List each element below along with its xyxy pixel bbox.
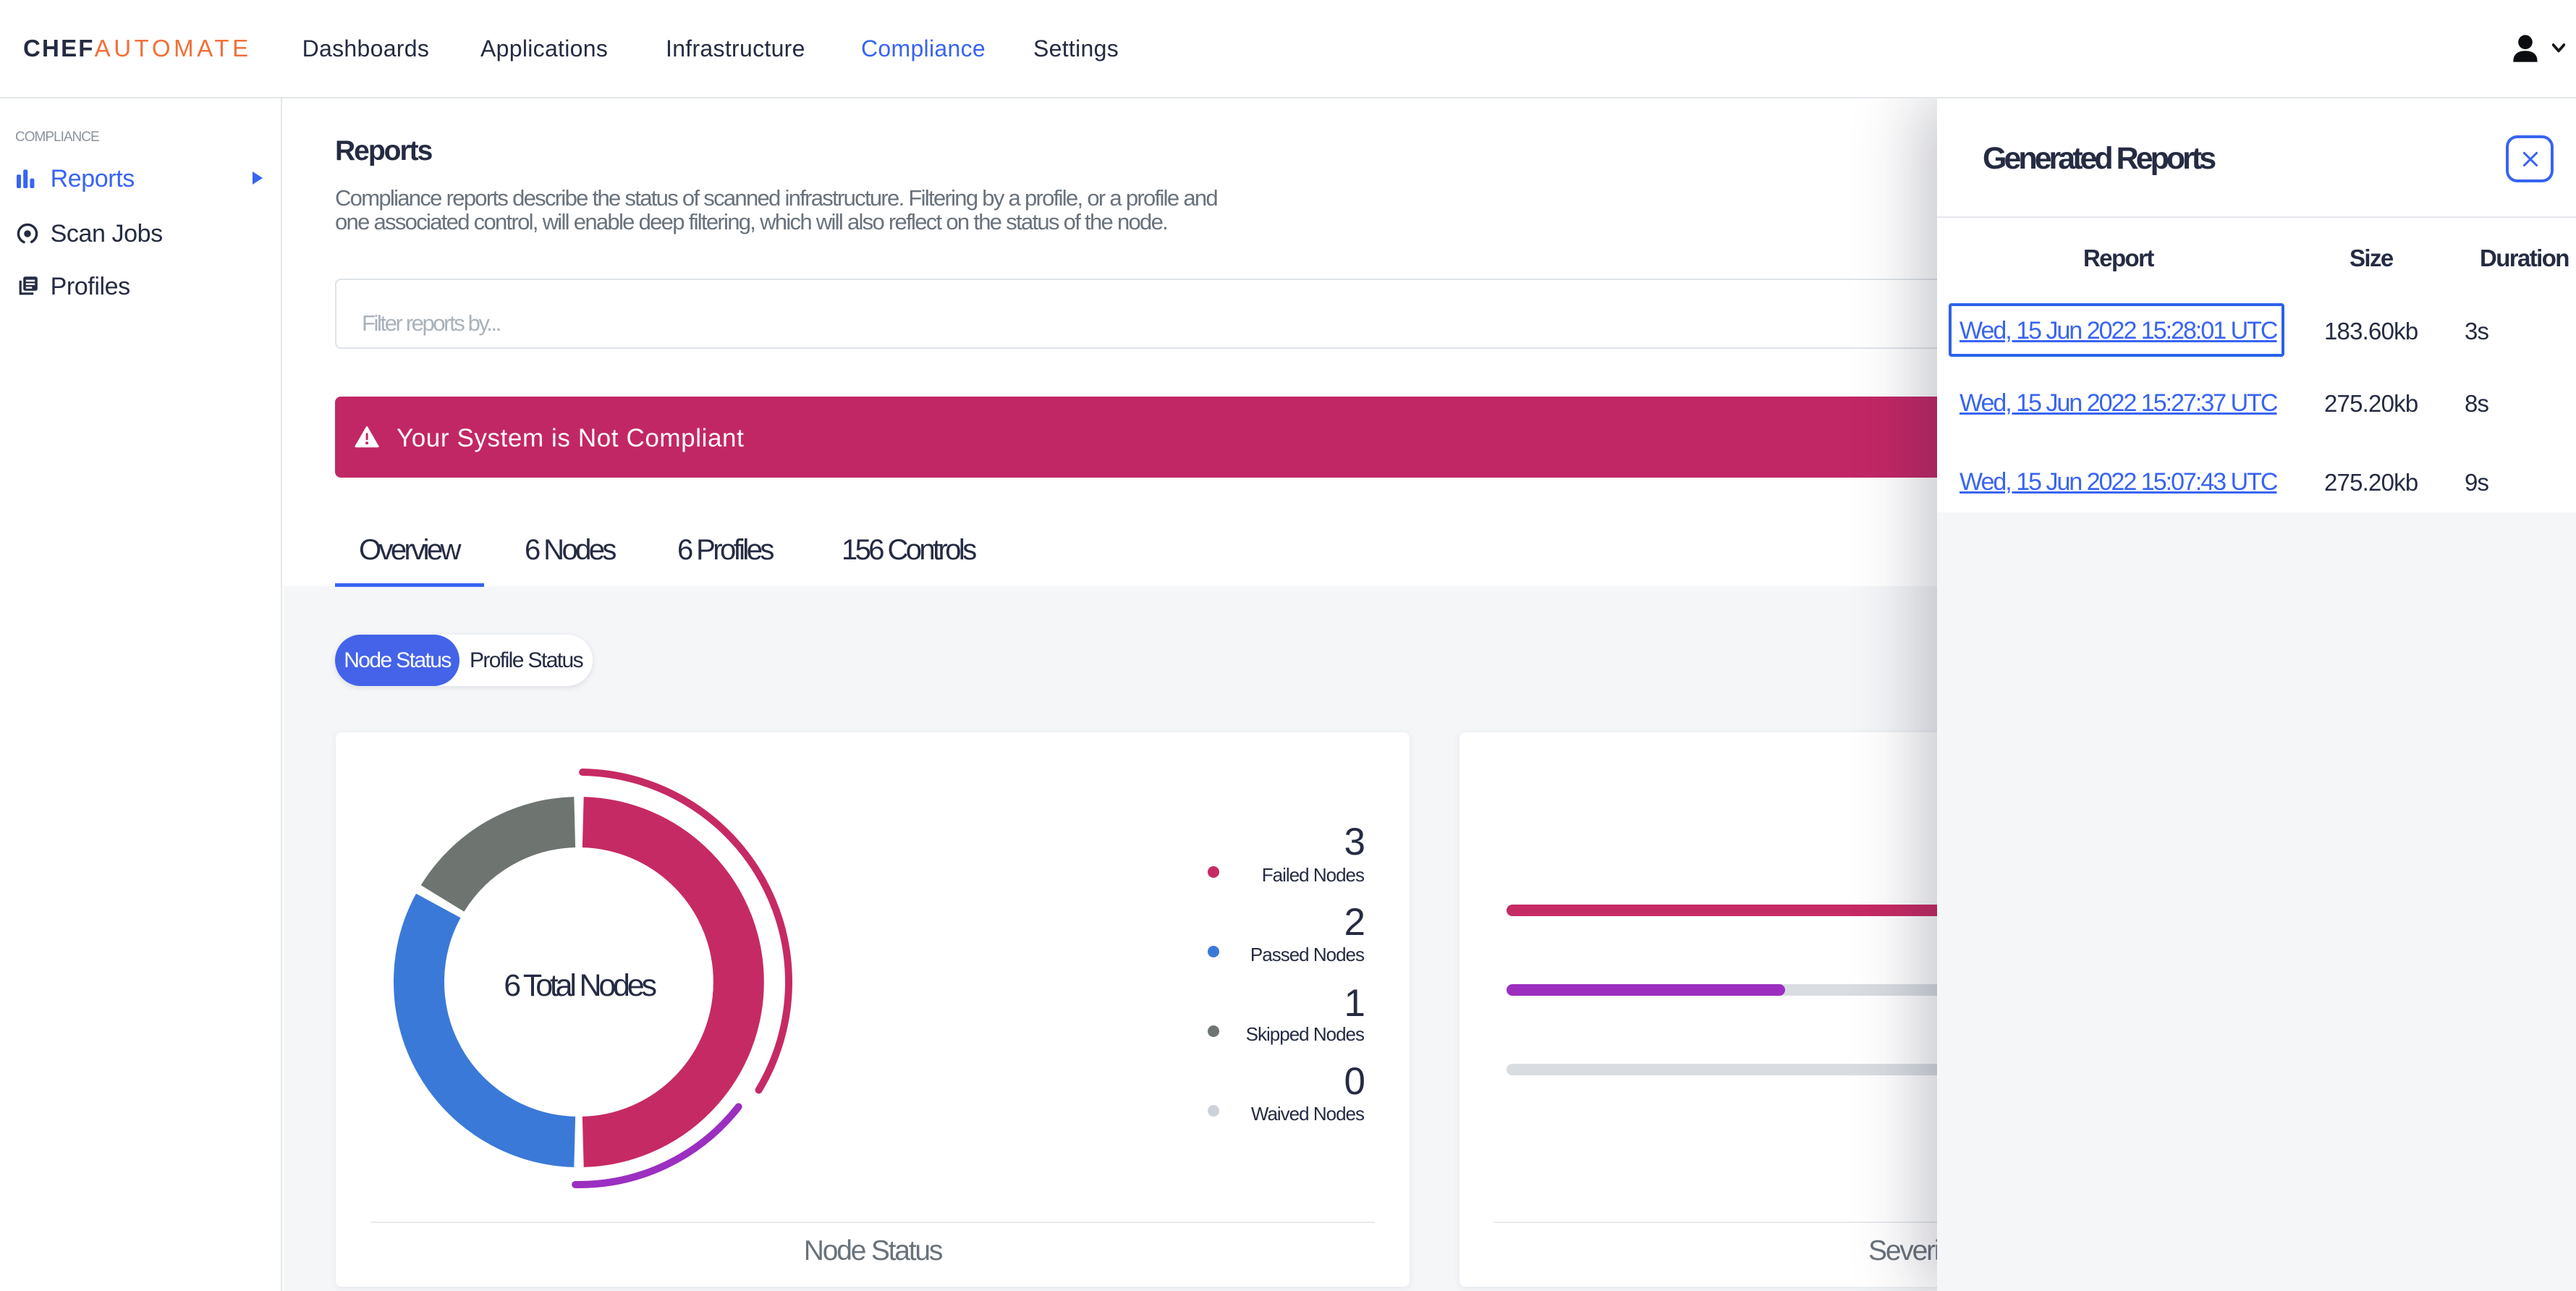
svg-text:6 Total Nodes: 6 Total Nodes: [504, 968, 656, 1003]
